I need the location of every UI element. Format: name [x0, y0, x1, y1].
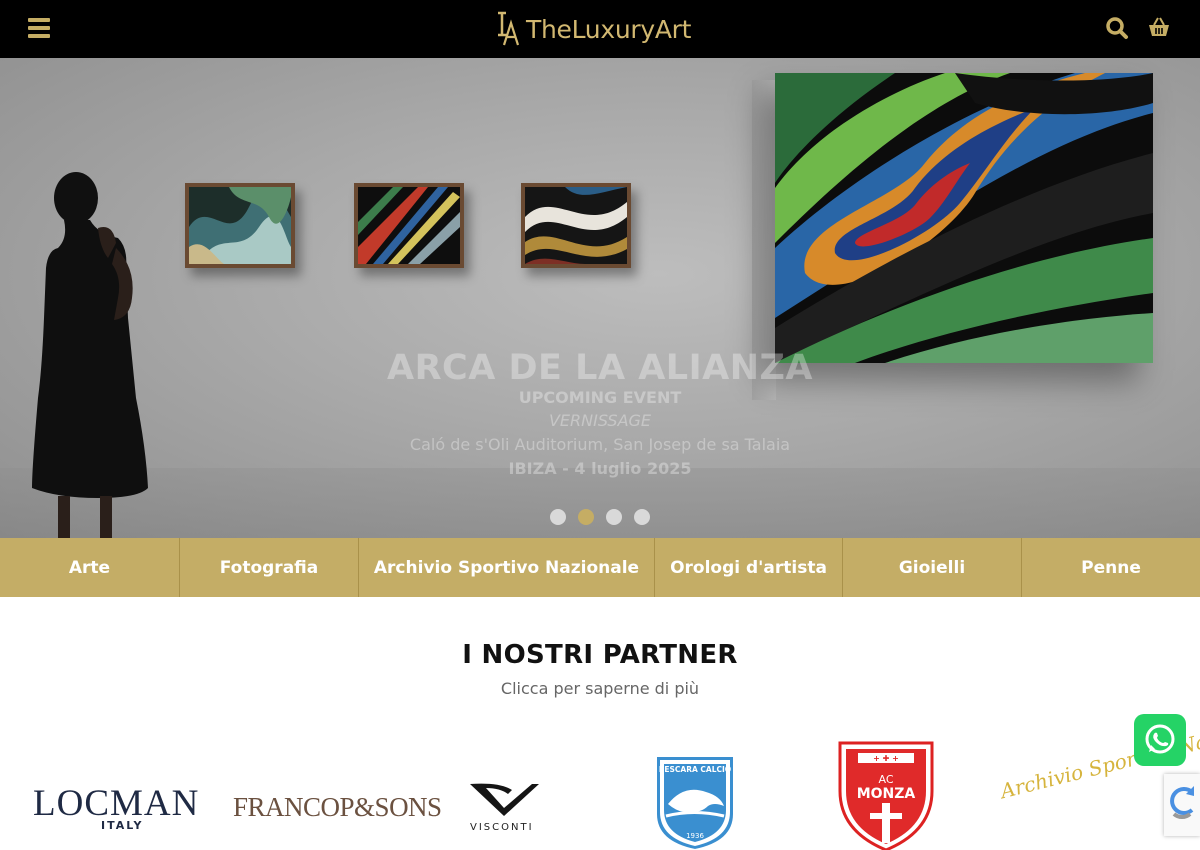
- recaptcha-icon: [1170, 786, 1194, 819]
- pescara-year: 1936: [686, 832, 704, 840]
- painting-1: [185, 183, 295, 268]
- partner-ac-monza[interactable]: + ✚ + AC MONZA: [838, 741, 934, 850]
- recaptcha-badge[interactable]: [1164, 774, 1200, 836]
- partners-title: I NOSTRI PARTNER: [462, 640, 738, 670]
- category-gioielli[interactable]: Gioielli: [843, 538, 1022, 597]
- monza-logo-text: MONZA: [857, 786, 916, 802]
- hero-slider[interactable]: ARCA DE LA ALIANZA UPCOMING EVENT VERNIS…: [0, 58, 1200, 538]
- svg-text:+ ✚ +: + ✚ +: [873, 754, 899, 763]
- franco-logo-text: FRANCOP&SONS: [233, 792, 442, 822]
- cart-icon[interactable]: [1146, 15, 1172, 41]
- painting-3: [521, 183, 631, 268]
- painting-2: [354, 183, 464, 268]
- category-fotografia[interactable]: Fotografia: [180, 538, 359, 597]
- partners-subtitle: Clicca per saperne di più: [500, 679, 700, 698]
- logo-text: TheLuxuryArt: [526, 14, 692, 44]
- monza-ac-text: AC: [878, 773, 893, 786]
- menu-icon[interactable]: [28, 18, 50, 38]
- visitor-silhouette: [32, 172, 148, 538]
- slider-dot-4[interactable]: [634, 509, 650, 525]
- hero-location: Caló de s'Oli Auditorium, San Josep de s…: [409, 435, 791, 454]
- visconti-logo-text: VISCONTI: [470, 822, 534, 833]
- category-archivio-sportivo[interactable]: Archivio Sportivo Nazionale: [359, 538, 655, 597]
- category-penne[interactable]: Penne: [1022, 538, 1200, 597]
- whatsapp-button[interactable]: [1134, 714, 1186, 766]
- slider-dot-2[interactable]: [578, 509, 594, 525]
- pescara-logo-text: PESCARA CALCIO: [659, 765, 731, 774]
- visconti-mark-icon: [470, 783, 539, 816]
- partner-pescara-calcio[interactable]: PESCARA CALCIO 1936: [654, 754, 736, 850]
- slider-dot-1[interactable]: [550, 509, 566, 525]
- hero-date: IBIZA - 4 luglio 2025: [508, 459, 692, 478]
- slider-dots: [550, 509, 650, 525]
- category-orologi[interactable]: Orologi d'artista: [655, 538, 843, 597]
- logo-mark-icon: [498, 11, 520, 46]
- site-logo[interactable]: TheLuxuryArt: [496, 10, 691, 48]
- hero-event-type: VERNISSAGE: [548, 411, 652, 430]
- whatsapp-icon: [1145, 724, 1175, 754]
- hero-subtitle: UPCOMING EVENT: [518, 388, 682, 407]
- category-arte[interactable]: Arte: [0, 538, 180, 597]
- slider-dot-3[interactable]: [606, 509, 622, 525]
- site-header: TheLuxuryArt: [0, 0, 1200, 58]
- locman-logo-sub: ITALY: [101, 819, 144, 832]
- search-icon[interactable]: [1104, 15, 1130, 41]
- featured-painting: [775, 73, 1153, 363]
- gallery-floor: [0, 468, 1200, 538]
- category-nav: Arte Fotografia Archivio Sportivo Nazion…: [0, 538, 1200, 597]
- hero-title: ARCA DE LA ALIANZA: [387, 348, 813, 388]
